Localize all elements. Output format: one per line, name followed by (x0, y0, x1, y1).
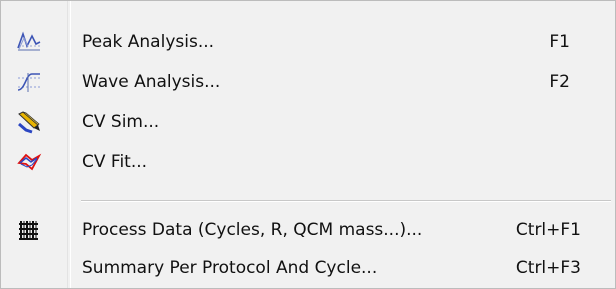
menu-item-summary-per-protocol[interactable]: Summary Per Protocol And Cycle... Ctrl+F… (2, 248, 614, 288)
process-data-icon (16, 218, 42, 242)
menu-separator (81, 200, 611, 202)
menu-item-cv-sim[interactable]: CV Sim... (2, 102, 614, 142)
menu-item-cv-fit[interactable]: CV Fit... (2, 142, 614, 182)
menu-item-wave-analysis[interactable]: Wave Analysis... F2 (2, 62, 614, 102)
menu-item-label: Summary Per Protocol And Cycle... (82, 258, 378, 278)
context-menu: Peak Analysis... F1 Wave Analysis... F2 … (0, 0, 616, 289)
peak-analysis-icon (16, 30, 42, 54)
menu-item-label: Peak Analysis... (82, 32, 215, 52)
menu-item-label: Wave Analysis... (82, 72, 221, 92)
cv-sim-icon (16, 110, 42, 134)
menu-item-shortcut: F2 (549, 72, 570, 92)
menu-item-label: CV Sim... (82, 112, 160, 132)
menu-item-shortcut: Ctrl+F3 (515, 258, 581, 278)
menu-item-label: CV Fit... (82, 152, 148, 172)
cv-fit-icon (16, 150, 42, 174)
menu-item-label: Process Data (Cycles, R, QCM mass...)... (82, 220, 423, 240)
menu-item-peak-analysis[interactable]: Peak Analysis... F1 (2, 22, 614, 62)
menu-item-shortcut: F1 (549, 32, 570, 52)
menu-item-shortcut: Ctrl+F1 (515, 220, 581, 240)
wave-analysis-icon (16, 70, 42, 94)
menu-item-process-data[interactable]: Process Data (Cycles, R, QCM mass...)...… (2, 210, 614, 250)
